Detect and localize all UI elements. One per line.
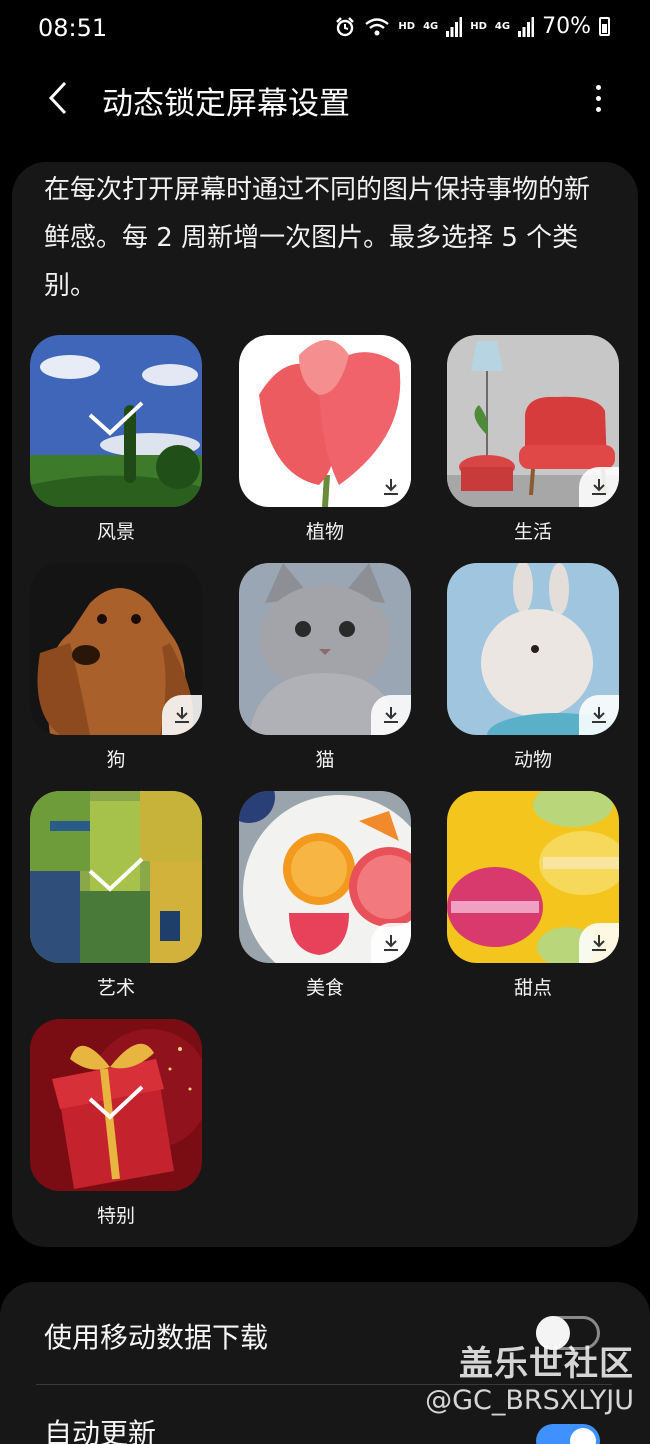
auto-update-toggle[interactable] — [536, 1424, 600, 1444]
battery-text: 70% — [542, 14, 591, 39]
category-label: 猫 — [315, 749, 335, 771]
download-icon — [592, 707, 606, 723]
category-label: 狗 — [106, 749, 126, 771]
page-title: 动态锁定屏幕设置 — [102, 86, 350, 122]
download-badge[interactable] — [579, 923, 619, 963]
category-tile-dogs[interactable]: 狗 — [30, 563, 202, 772]
auto-update-label: 自动更新 — [44, 1417, 157, 1444]
status-icons: HD 4G HD 4G 70% — [334, 14, 610, 39]
download-badge[interactable] — [371, 695, 411, 735]
category-thumb — [239, 791, 411, 963]
alarm-icon — [336, 16, 355, 36]
signal-icon-2 — [518, 16, 535, 37]
mobile-data-label: 使用移动数据下载 — [44, 1321, 269, 1354]
check-icon — [88, 857, 144, 892]
category-label: 生活 — [513, 521, 552, 543]
category-label: 动物 — [513, 749, 552, 771]
more-options-icon — [595, 84, 601, 90]
hd-label: HD — [398, 21, 416, 32]
category-tile-art[interactable]: 艺术 — [30, 791, 202, 1000]
category-tile-landscape[interactable]: 风景 — [30, 335, 202, 544]
back-button[interactable] — [36, 76, 80, 120]
category-thumb — [30, 563, 202, 735]
download-icon — [592, 479, 606, 495]
watermark-title: 盖乐世社区 — [459, 1344, 634, 1384]
download-badge[interactable] — [162, 695, 202, 735]
check-icon — [88, 401, 144, 436]
back-arrow-icon — [48, 81, 67, 115]
category-thumb — [447, 335, 619, 507]
category-thumb — [30, 1019, 202, 1191]
category-tile-desserts[interactable]: 甜点 — [447, 791, 619, 1000]
download-badge[interactable] — [371, 467, 411, 507]
download-badge[interactable] — [579, 467, 619, 507]
network-label: 4G — [423, 21, 439, 32]
network-label-2: 4G — [494, 21, 511, 32]
category-card: 在每次打开屏幕时通过不同的图片保持事物的新鲜感。每 2 周新增一次图片。最多选择… — [12, 162, 638, 1247]
category-label: 美食 — [305, 977, 344, 999]
more-options-button[interactable] — [586, 76, 610, 120]
category-thumb — [239, 563, 411, 735]
category-tile-plants[interactable]: 植物 — [239, 335, 411, 544]
hd-label-2: HD — [470, 21, 487, 32]
status-time: 08:51 — [38, 14, 108, 42]
category-tile-life[interactable]: 生活 — [447, 335, 619, 544]
check-icon — [88, 1085, 144, 1120]
category-tile-special[interactable]: 特别 — [30, 1019, 202, 1228]
category-tile-food[interactable]: 美食 — [239, 791, 411, 1000]
category-label: 植物 — [305, 521, 344, 543]
category-tile-animals[interactable]: 动物 — [447, 563, 619, 772]
status-bar: 08:51 HD 4G HD 4G 70% — [0, 0, 650, 58]
battery-icon — [599, 17, 610, 36]
download-badge[interactable] — [579, 695, 619, 735]
category-label: 特别 — [96, 1205, 135, 1227]
category-thumb — [447, 563, 619, 735]
category-thumb — [239, 335, 411, 507]
category-label: 艺术 — [96, 977, 135, 999]
signal-icon — [446, 16, 463, 37]
category-label: 风景 — [96, 521, 135, 543]
toggle-knob — [570, 1428, 596, 1444]
download-icon — [384, 479, 398, 495]
category-thumb — [447, 791, 619, 963]
watermark-handle: @GC_BRSXLYJU — [425, 1385, 634, 1416]
app-bar: 动态锁定屏幕设置 — [0, 62, 650, 134]
download-badge[interactable] — [371, 923, 411, 963]
category-label: 甜点 — [513, 977, 552, 999]
download-icon — [384, 707, 398, 723]
category-tile-cats[interactable]: 猫 — [239, 563, 411, 772]
download-icon — [384, 935, 398, 951]
wifi-icon — [365, 17, 390, 35]
download-icon — [592, 935, 606, 951]
category-thumb — [30, 791, 202, 963]
description-text: 在每次打开屏幕时通过不同的图片保持事物的新鲜感。每 2 周新增一次图片。最多选择… — [44, 175, 591, 301]
category-thumb — [30, 335, 202, 507]
download-icon — [175, 707, 189, 723]
